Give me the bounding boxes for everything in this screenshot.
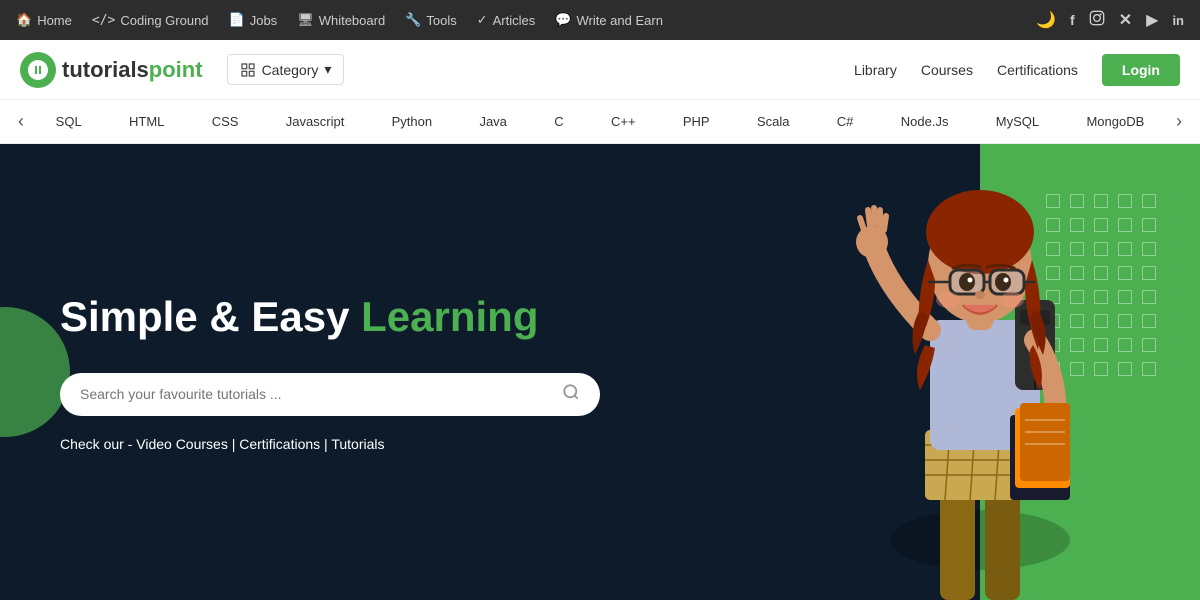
cat-scala[interactable]: Scala xyxy=(747,110,800,133)
category-items: SQL HTML CSS Javascript Python Java C C+… xyxy=(32,110,1168,133)
nav-tools[interactable]: 🔧 Tools xyxy=(405,12,457,28)
cat-javascript[interactable]: Javascript xyxy=(276,110,355,133)
cat-nodejs[interactable]: Node.Js xyxy=(891,110,959,133)
top-nav-left: 🏠 Home </> Coding Ground 📄 Jobs 🖥 Whiteb… xyxy=(16,12,663,28)
nav-write-earn[interactable]: 💬 Write and Earn xyxy=(555,12,663,28)
linkedin-icon[interactable]: in xyxy=(1172,13,1184,28)
category-next-arrow[interactable]: › xyxy=(1168,111,1190,132)
cat-java[interactable]: Java xyxy=(469,110,516,133)
write-icon: 💬 xyxy=(555,12,571,28)
cat-html[interactable]: HTML xyxy=(119,110,174,133)
main-header: tutorialspoint Category ▾ Library Course… xyxy=(0,40,1200,100)
cat-c[interactable]: C xyxy=(544,110,573,133)
logo[interactable]: tutorialspoint xyxy=(20,52,203,88)
courses-link[interactable]: Courses xyxy=(921,62,973,78)
person-illustration xyxy=(820,160,1140,600)
x-twitter-icon[interactable]: ✕ xyxy=(1119,10,1132,30)
instagram-icon[interactable] xyxy=(1089,10,1105,31)
category-button[interactable]: Category ▾ xyxy=(227,54,345,85)
articles-icon: ✓ xyxy=(477,12,488,28)
top-nav-right: 🌙 f ✕ ▶ in xyxy=(1036,10,1184,31)
facebook-icon[interactable]: f xyxy=(1070,12,1075,28)
hero-links: Check our - Video Courses | Certificatio… xyxy=(60,436,600,452)
category-bar: ‹ SQL HTML CSS Javascript Python Java C … xyxy=(0,100,1200,144)
hero-content: Simple & Easy Learning Check our - Video… xyxy=(0,232,660,511)
category-grid-icon xyxy=(240,62,256,78)
cat-cpp[interactable]: C++ xyxy=(601,110,646,133)
header-right: Library Courses Certifications Login xyxy=(854,54,1180,86)
certifications-link[interactable]: Certifications xyxy=(997,62,1078,78)
logo-text: tutorialspoint xyxy=(62,57,203,83)
cat-python[interactable]: Python xyxy=(382,110,442,133)
header-left: tutorialspoint Category ▾ xyxy=(20,52,344,88)
logo-icon xyxy=(20,52,56,88)
search-input[interactable] xyxy=(80,386,562,402)
nav-coding-ground[interactable]: </> Coding Ground xyxy=(92,13,209,28)
top-navbar: 🏠 Home </> Coding Ground 📄 Jobs 🖥 Whiteb… xyxy=(0,0,1200,40)
whiteboard-icon: 🖥 xyxy=(297,12,314,28)
search-bar[interactable] xyxy=(60,373,600,416)
category-prev-arrow[interactable]: ‹ xyxy=(10,111,32,132)
hero-title: Simple & Easy Learning xyxy=(60,292,600,342)
dark-mode-icon[interactable]: 🌙 xyxy=(1036,10,1056,30)
cat-sql[interactable]: SQL xyxy=(46,110,92,133)
nav-articles[interactable]: ✓ Articles xyxy=(477,12,536,28)
login-button[interactable]: Login xyxy=(1102,54,1180,86)
hero-section: Simple & Easy Learning Check our - Video… xyxy=(0,144,1200,600)
code-icon: </> xyxy=(92,13,115,28)
cat-csharp[interactable]: C# xyxy=(827,110,864,133)
hero-right-area xyxy=(740,144,1200,600)
search-icon[interactable] xyxy=(562,383,580,406)
youtube-icon[interactable]: ▶ xyxy=(1146,10,1158,30)
cat-mongodb[interactable]: MongoDB xyxy=(1076,110,1154,133)
chevron-down-icon: ▾ xyxy=(324,61,331,78)
tools-icon: 🔧 xyxy=(405,12,421,28)
home-icon: 🏠 xyxy=(16,12,32,28)
cat-css[interactable]: CSS xyxy=(202,110,249,133)
nav-whiteboard[interactable]: 🖥 Whiteboard xyxy=(297,12,385,28)
nav-jobs[interactable]: 📄 Jobs xyxy=(229,12,278,28)
nav-home[interactable]: 🏠 Home xyxy=(16,12,72,28)
jobs-icon: 📄 xyxy=(229,12,245,28)
cat-php[interactable]: PHP xyxy=(673,110,720,133)
library-link[interactable]: Library xyxy=(854,62,897,78)
cat-mysql[interactable]: MySQL xyxy=(986,110,1049,133)
